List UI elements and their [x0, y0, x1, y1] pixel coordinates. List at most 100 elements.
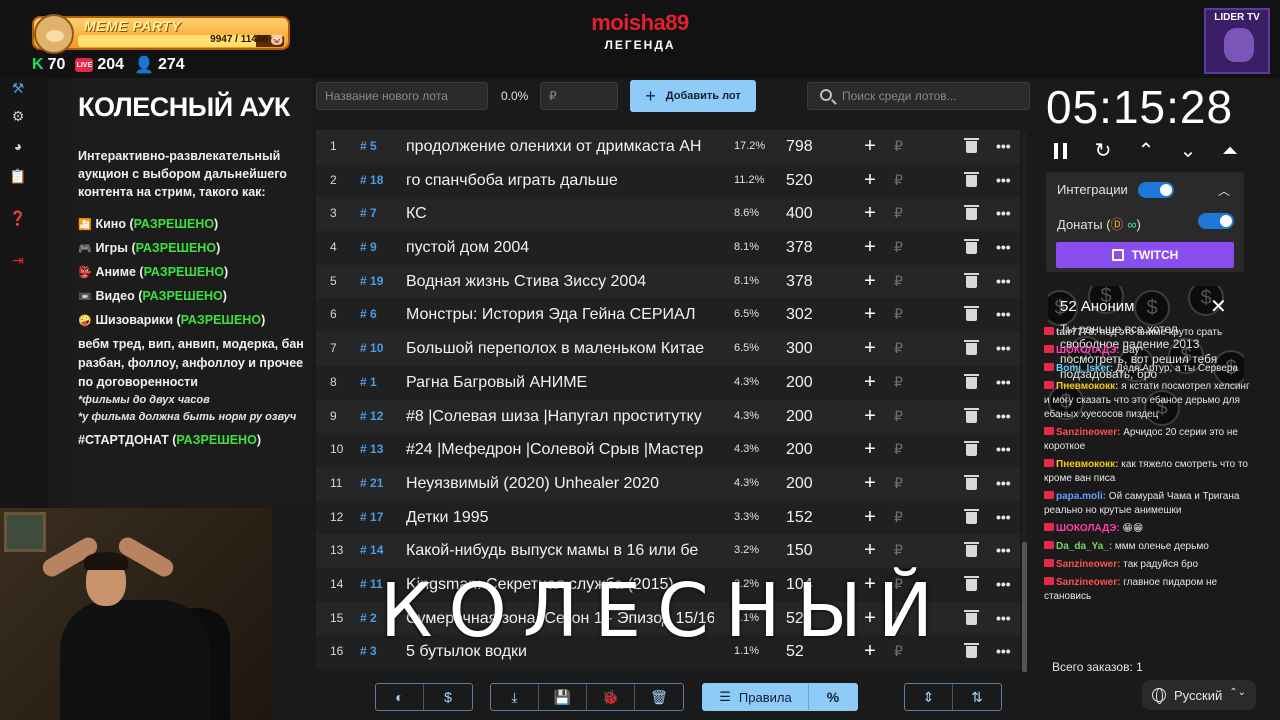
- add-amount-icon[interactable]: +: [862, 501, 878, 534]
- lot-row[interactable]: 10 # 13 #24 |Мефедрон |Солевой Срыв |Маст…: [316, 433, 1020, 467]
- lot-amount[interactable]: 798: [786, 130, 836, 163]
- ruble-icon[interactable]: ₽: [894, 400, 908, 433]
- lot-title[interactable]: пустой дом 2004: [406, 231, 714, 264]
- ruble-icon[interactable]: ₽: [894, 534, 908, 567]
- new-lot-amount-input[interactable]: [540, 82, 618, 110]
- add-amount-icon[interactable]: +: [862, 265, 878, 298]
- ruble-icon[interactable]: ₽: [894, 433, 908, 466]
- collapse-chevron-icon[interactable]: ︿: [1218, 182, 1230, 199]
- chevron-up-icon[interactable]: ⌃: [1131, 136, 1161, 166]
- more-icon[interactable]: •••: [996, 534, 1011, 567]
- lot-amount[interactable]: 378: [786, 231, 836, 264]
- add-amount-icon[interactable]: +: [862, 130, 878, 163]
- new-lot-name-input[interactable]: [316, 82, 488, 110]
- clipboard-icon[interactable]: 📋: [8, 166, 28, 186]
- ruble-icon[interactable]: ₽: [894, 265, 908, 298]
- lot-amount[interactable]: 400: [786, 197, 836, 230]
- lot-title[interactable]: #8 |Солевая шиза |Напугал проститутку: [406, 400, 714, 433]
- auction-hammer-icon[interactable]: ⚒: [8, 78, 28, 98]
- more-icon[interactable]: •••: [996, 433, 1011, 466]
- lot-amount[interactable]: 520: [786, 164, 836, 197]
- clear-list-icon[interactable]: 🗑: [635, 684, 683, 710]
- wheel-icon[interactable]: ◕: [8, 136, 28, 156]
- double-chevron-up-icon[interactable]: ⏶: [1215, 136, 1245, 166]
- twitch-button[interactable]: TWITCH: [1056, 242, 1234, 268]
- lot-row[interactable]: 11 # 21 Неуязвимый (2020) Unhealer 2020 4.…: [316, 466, 1020, 501]
- lot-title[interactable]: Детки 1995: [406, 501, 714, 534]
- lot-row[interactable]: 2 # 18 го спанчбоба играть дальше 11.2% 520…: [316, 163, 1020, 198]
- lot-title[interactable]: Монстры: История Эда Гейна СЕРИАЛ: [406, 298, 714, 331]
- ruble-icon[interactable]: ₽: [894, 298, 908, 331]
- language-select[interactable]: Русский ⌃⌄: [1142, 680, 1256, 710]
- add-amount-icon[interactable]: +: [862, 366, 878, 399]
- ruble-icon[interactable]: ₽: [894, 130, 908, 163]
- ruble-icon[interactable]: ₽: [894, 197, 908, 230]
- chat-username[interactable]: Sanzineower:: [1056, 427, 1120, 438]
- save-icon[interactable]: 💾: [539, 684, 587, 710]
- chevron-down-icon[interactable]: ⌄: [1173, 136, 1203, 166]
- lot-search-input[interactable]: [842, 83, 1027, 109]
- add-amount-icon[interactable]: +: [862, 164, 878, 197]
- lot-row[interactable]: 13 # 14 Какой-нибудь выпуск мамы в 16 или…: [316, 534, 1020, 568]
- ruble-icon[interactable]: ₽: [894, 332, 908, 365]
- chat-username[interactable]: Bomj_Isker:: [1056, 363, 1113, 374]
- lot-row[interactable]: 9 # 12 #8 |Солевая шиза |Напугал проститу…: [316, 399, 1020, 434]
- lot-amount[interactable]: 152: [786, 501, 836, 534]
- gear-icon[interactable]: ⚙: [8, 106, 28, 126]
- percent-toggle-button[interactable]: %: [809, 684, 857, 710]
- ruble-icon[interactable]: ₽: [894, 231, 908, 264]
- ruble-icon[interactable]: ₽: [894, 366, 908, 399]
- chat-username[interactable]: ШОКОЛАДЭ:: [1056, 345, 1120, 356]
- lot-row[interactable]: 7 # 10 Большой переполох в маленьком Кита…: [316, 332, 1020, 366]
- more-icon[interactable]: •••: [996, 568, 1011, 601]
- more-icon[interactable]: •••: [996, 265, 1011, 298]
- rules-button[interactable]: ☰ Правила: [703, 684, 809, 710]
- chat-username[interactable]: Пневмококк:: [1056, 459, 1119, 470]
- lot-amount[interactable]: 200: [786, 366, 836, 399]
- lot-title[interactable]: продолжение оленихи от дримкаста АН: [406, 130, 714, 163]
- ruble-icon[interactable]: ₽: [894, 164, 908, 197]
- help-icon[interactable]: ❓: [8, 208, 28, 228]
- more-icon[interactable]: •••: [996, 164, 1011, 197]
- logout-icon[interactable]: ⇥: [8, 250, 28, 270]
- integrations-toggle[interactable]: [1138, 182, 1174, 198]
- add-amount-icon[interactable]: +: [862, 433, 878, 466]
- download-icon[interactable]: ⤓: [491, 684, 539, 710]
- more-icon[interactable]: •••: [996, 366, 1011, 399]
- more-icon[interactable]: •••: [996, 197, 1011, 230]
- more-icon[interactable]: •••: [996, 298, 1011, 331]
- more-icon[interactable]: •••: [996, 467, 1011, 500]
- add-amount-icon[interactable]: +: [862, 467, 878, 500]
- dollar-icon[interactable]: $: [424, 684, 472, 710]
- reset-icon[interactable]: ↻: [1088, 136, 1118, 166]
- lot-amount[interactable]: 378: [786, 265, 836, 298]
- more-icon[interactable]: •••: [996, 400, 1011, 433]
- lot-list-scrollbar[interactable]: [1022, 132, 1027, 672]
- lot-title[interactable]: го спанчбоба играть дальше: [406, 164, 714, 197]
- more-icon[interactable]: •••: [996, 635, 1011, 668]
- more-icon[interactable]: •••: [996, 501, 1011, 534]
- chat-username[interactable]: papa.moli:: [1056, 491, 1106, 502]
- add-amount-icon[interactable]: +: [862, 332, 878, 365]
- lot-row[interactable]: 5 # 19 Водная жизнь Стива Зиссу 2004 8.1% 3…: [316, 264, 1020, 299]
- close-icon[interactable]: ✕: [1210, 294, 1227, 319]
- add-amount-icon[interactable]: +: [862, 231, 878, 264]
- chat-username[interactable]: ШОКОЛАДЭ:: [1056, 523, 1120, 534]
- lot-row[interactable]: 6 # 6 Монстры: История Эда Гейна СЕРИАЛ 6.5…: [316, 298, 1020, 333]
- add-amount-icon[interactable]: +: [862, 298, 878, 331]
- add-amount-icon[interactable]: +: [862, 197, 878, 230]
- pause-button[interactable]: [1046, 136, 1076, 166]
- bug-icon[interactable]: 🐞: [587, 684, 635, 710]
- lot-amount[interactable]: 200: [786, 433, 836, 466]
- lot-row[interactable]: 1 # 5 продолжение оленихи от дримкаста АН 1…: [316, 130, 1020, 164]
- lot-amount[interactable]: 200: [786, 467, 836, 500]
- more-icon[interactable]: •••: [996, 602, 1011, 635]
- lot-amount[interactable]: 150: [786, 534, 836, 567]
- chat-username[interactable]: Da_da_Ya_:: [1056, 541, 1112, 552]
- lot-title[interactable]: Рагна Багровый АНИМЕ: [406, 366, 714, 399]
- ruble-icon[interactable]: ₽: [894, 467, 908, 500]
- lot-amount[interactable]: 302: [786, 298, 836, 331]
- more-icon[interactable]: •••: [996, 332, 1011, 365]
- lot-title[interactable]: КС: [406, 197, 714, 230]
- chat-username[interactable]: tair7778:: [1056, 327, 1097, 338]
